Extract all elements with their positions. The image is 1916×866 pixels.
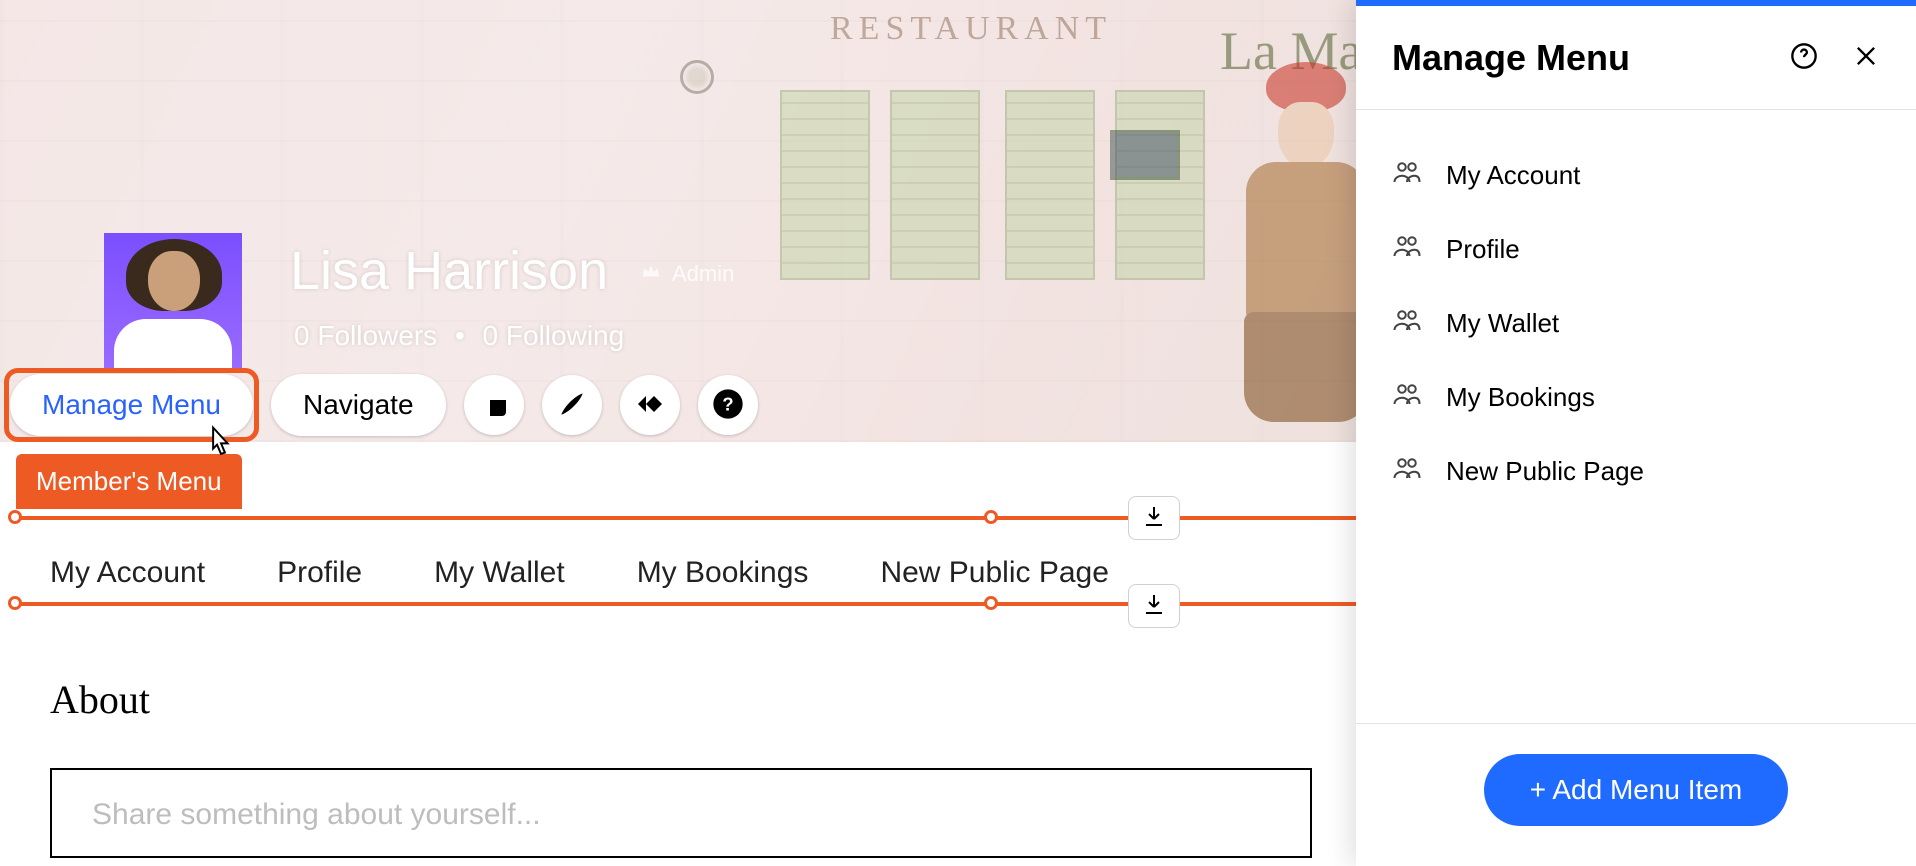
- manage-menu-panel: Manage Menu My Account Profile My Wallet…: [1356, 0, 1916, 866]
- tab-my-account[interactable]: My Account: [50, 556, 205, 590]
- members-menu-tag: Member's Menu: [16, 454, 242, 509]
- close-icon: [1852, 58, 1880, 73]
- tab-my-bookings[interactable]: My Bookings: [637, 556, 809, 590]
- bg-shutter: [1115, 90, 1205, 280]
- panel-footer: + Add Menu Item: [1356, 723, 1916, 866]
- profile-stats: 0 Followers • 0 Following: [294, 320, 624, 352]
- download-icon: [1142, 592, 1166, 621]
- add-menu-item-button[interactable]: + Add Menu Item: [1484, 754, 1788, 826]
- members-icon: [1392, 231, 1422, 268]
- members-icon: [1392, 305, 1422, 342]
- bg-street-sign: [1110, 130, 1180, 180]
- about-placeholder: Share something about yourself...: [92, 798, 541, 832]
- manage-menu-button[interactable]: Manage Menu: [10, 374, 253, 436]
- panel-item-label: My Account: [1446, 160, 1580, 191]
- stats-separator: •: [455, 320, 465, 351]
- attach-handle-top[interactable]: [1128, 496, 1180, 540]
- bg-shutter: [890, 90, 980, 280]
- bg-sign-restaurant: RESTAURANT: [830, 10, 1112, 48]
- avatar[interactable]: [104, 233, 242, 371]
- bg-shutter: [1005, 90, 1095, 280]
- selection-handle[interactable]: [984, 510, 998, 524]
- admin-label: Admin: [672, 261, 734, 287]
- panel-item-my-bookings[interactable]: My Bookings: [1392, 360, 1880, 434]
- bg-lamp: [680, 60, 714, 94]
- panel-menu-list: My Account Profile My Wallet My Bookings…: [1356, 110, 1916, 723]
- panel-header: Manage Menu: [1356, 6, 1916, 110]
- selection-handle[interactable]: [8, 596, 22, 610]
- brush-icon: [556, 388, 588, 423]
- members-icon: [1392, 453, 1422, 490]
- panel-title: Manage Menu: [1392, 37, 1630, 79]
- selection-handle[interactable]: [8, 510, 22, 524]
- about-textarea[interactable]: Share something about yourself...: [50, 768, 1312, 858]
- help-icon: [1790, 58, 1818, 73]
- design-button[interactable]: [542, 375, 602, 435]
- layout-button[interactable]: [464, 375, 524, 435]
- bg-shutter: [780, 90, 870, 280]
- following-label[interactable]: Following: [506, 320, 624, 351]
- panel-close-button[interactable]: [1852, 42, 1880, 73]
- members-menu-tabs: My Account Profile My Wallet My Bookings…: [50, 556, 1109, 590]
- admin-badge: Admin: [640, 260, 734, 288]
- panel-item-profile[interactable]: Profile: [1392, 212, 1880, 286]
- selection-handle[interactable]: [984, 596, 998, 610]
- layout-icon: [478, 388, 510, 423]
- animation-icon: [634, 388, 666, 423]
- members-icon: [1392, 157, 1422, 194]
- help-button[interactable]: ?: [698, 375, 758, 435]
- tab-profile[interactable]: Profile: [277, 556, 362, 590]
- followers-count[interactable]: 0: [294, 320, 310, 351]
- about-heading: About: [50, 676, 150, 723]
- svg-text:?: ?: [722, 393, 733, 414]
- tab-new-public-page[interactable]: New Public Page: [880, 556, 1108, 590]
- navigate-button[interactable]: Navigate: [271, 374, 446, 436]
- panel-help-button[interactable]: [1790, 42, 1818, 73]
- members-icon: [1392, 379, 1422, 416]
- panel-item-label: New Public Page: [1446, 456, 1644, 487]
- crown-icon: [640, 260, 662, 288]
- panel-item-my-wallet[interactable]: My Wallet: [1392, 286, 1880, 360]
- panel-item-new-public-page[interactable]: New Public Page: [1392, 434, 1880, 508]
- editor-toolbar: Manage Menu Navigate ?: [10, 374, 758, 436]
- download-icon: [1142, 504, 1166, 533]
- profile-name: Lisa Harrison: [290, 240, 608, 302]
- panel-item-label: Profile: [1446, 234, 1520, 265]
- tab-my-wallet[interactable]: My Wallet: [434, 556, 565, 590]
- panel-item-label: My Bookings: [1446, 382, 1595, 413]
- panel-item-my-account[interactable]: My Account: [1392, 138, 1880, 212]
- followers-label[interactable]: Followers: [317, 320, 437, 351]
- help-icon: ?: [712, 388, 744, 423]
- animation-button[interactable]: [620, 375, 680, 435]
- panel-item-label: My Wallet: [1446, 308, 1559, 339]
- following-count[interactable]: 0: [483, 320, 499, 351]
- attach-handle-bottom[interactable]: [1128, 584, 1180, 628]
